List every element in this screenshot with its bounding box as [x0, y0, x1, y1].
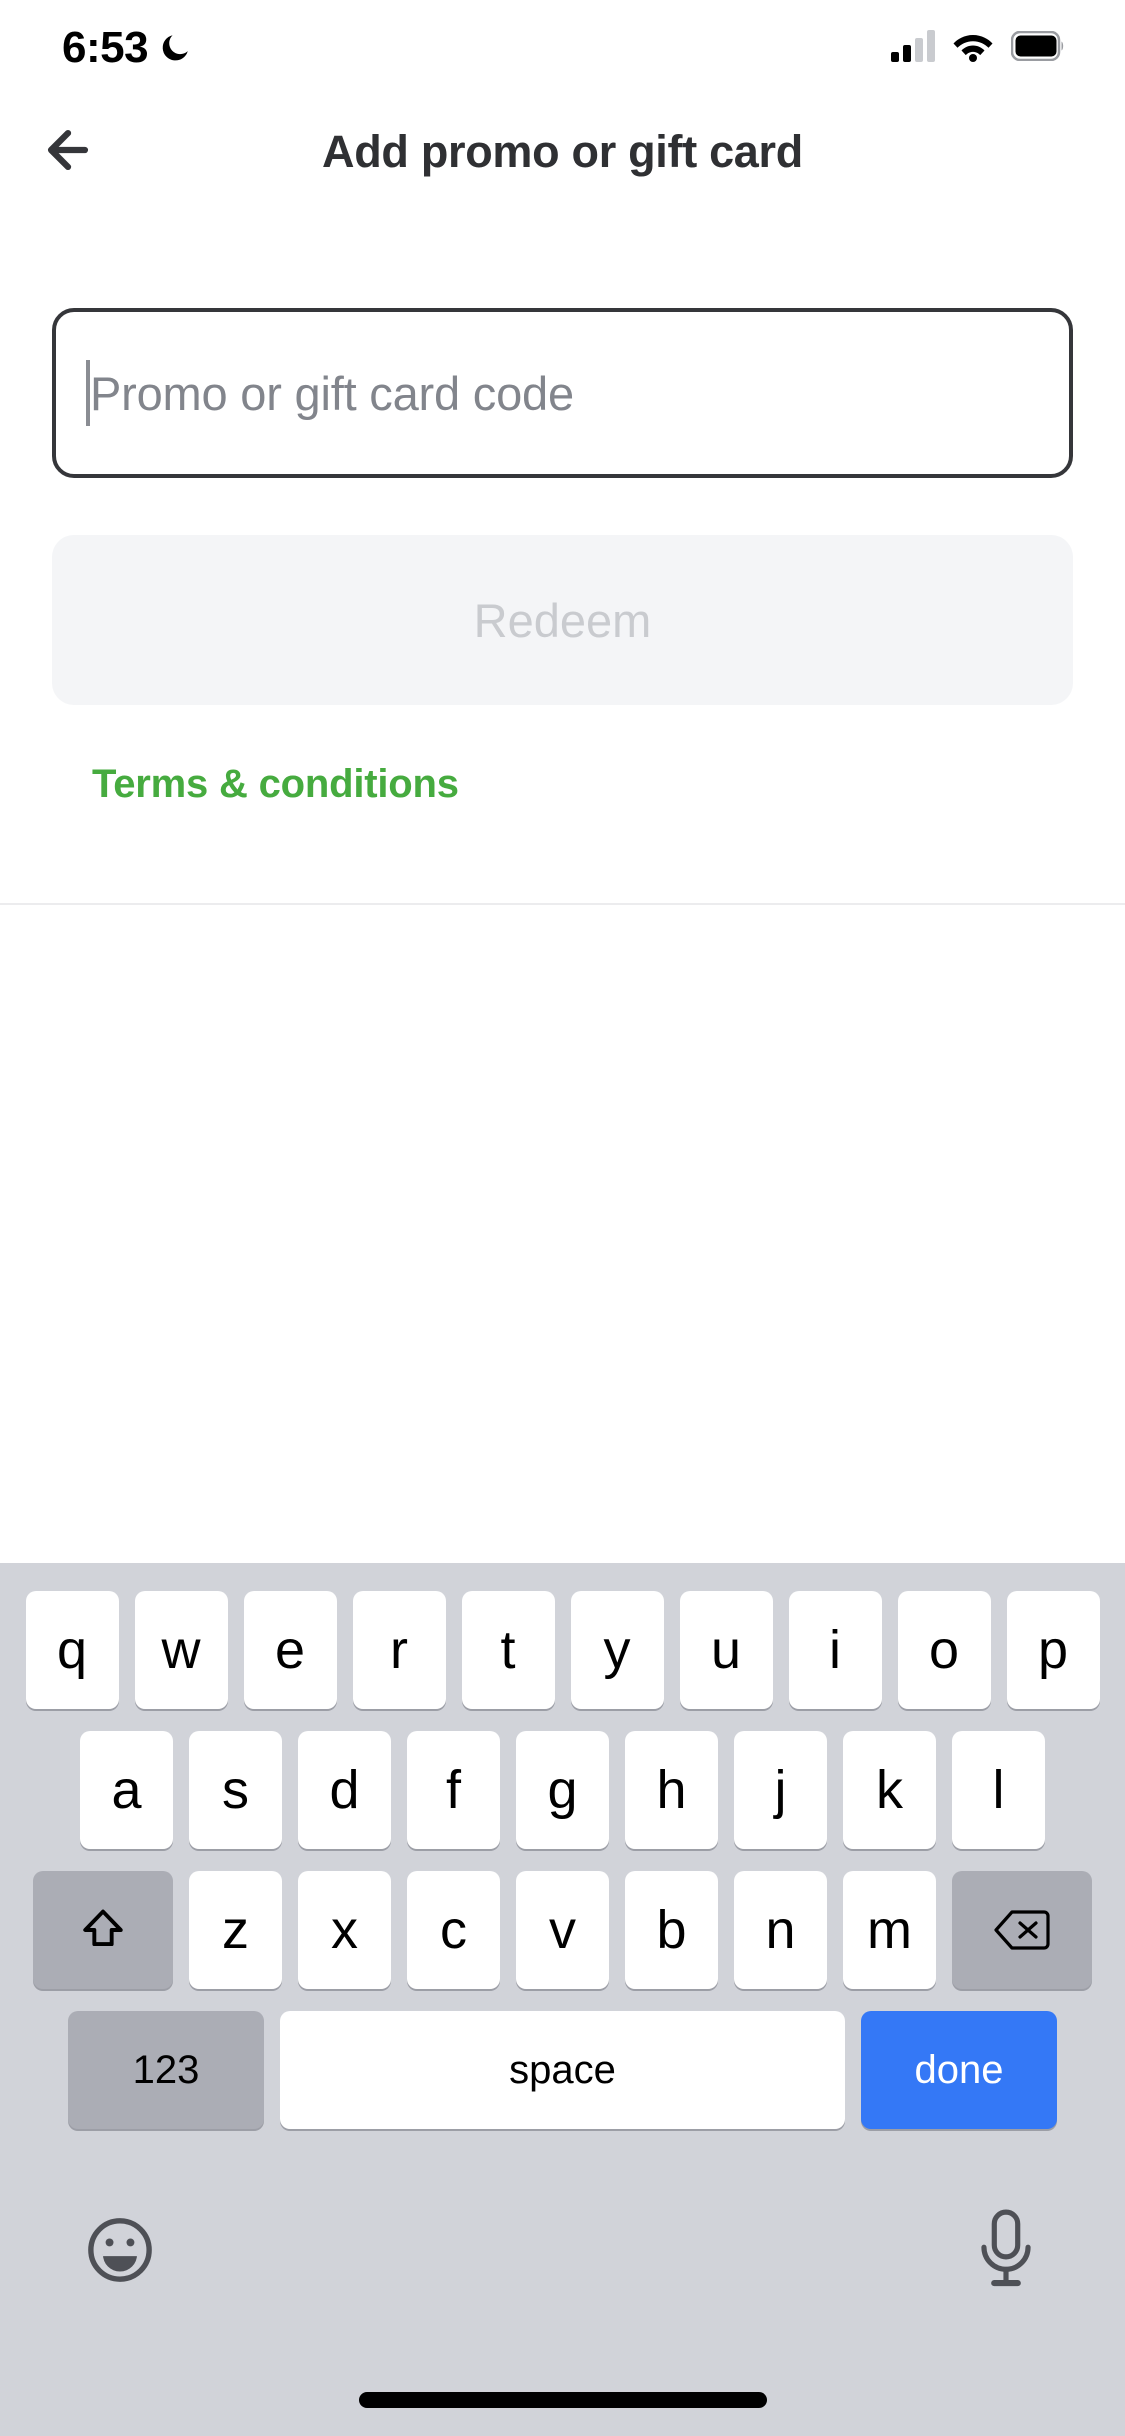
back-button[interactable] — [30, 114, 106, 190]
status-bar-left: 6:53 — [62, 23, 192, 73]
key-z[interactable]: z — [189, 1871, 282, 1989]
app-screen: 6:53 Add promo or gift card Promo or gif… — [0, 0, 1125, 2436]
status-time: 6:53 — [62, 23, 149, 72]
dictation-button[interactable] — [975, 2208, 1037, 2292]
promo-code-placeholder: Promo or gift card code — [90, 366, 574, 420]
section-divider — [0, 903, 1125, 905]
key-t[interactable]: t — [461, 1591, 555, 1709]
space-key[interactable]: space — [280, 2011, 845, 2129]
keyboard-row-4: 123 space done — [0, 1989, 1125, 2129]
page-header: Add promo or gift card — [0, 96, 1125, 208]
keyboard-row-1: q w e r t y u i o p — [0, 1563, 1125, 1709]
key-x[interactable]: x — [298, 1871, 391, 1989]
status-bar: 6:53 — [0, 0, 1125, 96]
terms-and-conditions-link[interactable]: Terms & conditions — [92, 762, 459, 807]
key-b[interactable]: b — [625, 1871, 718, 1989]
key-k[interactable]: k — [843, 1731, 936, 1849]
key-v[interactable]: v — [516, 1871, 609, 1989]
key-h[interactable]: h — [625, 1731, 718, 1849]
key-u[interactable]: u — [679, 1591, 773, 1709]
keyboard-bottom-bar — [0, 2176, 1125, 2436]
keyboard-row-2: a s d f g h j k l — [0, 1709, 1125, 1849]
arrow-left-icon — [39, 121, 97, 184]
backspace-delete-icon — [994, 1908, 1050, 1952]
shift-arrow-up-icon — [77, 1904, 129, 1956]
emoji-smiley-icon — [82, 2218, 158, 2292]
key-a[interactable]: a — [80, 1731, 173, 1849]
key-y[interactable]: y — [570, 1591, 664, 1709]
cellular-signal-icon — [891, 29, 935, 67]
key-r[interactable]: r — [352, 1591, 446, 1709]
key-f[interactable]: f — [407, 1731, 500, 1849]
key-w[interactable]: w — [134, 1591, 228, 1709]
promo-code-input[interactable]: Promo or gift card code — [52, 308, 1073, 478]
page-title: Add promo or gift card — [322, 126, 803, 177]
status-bar-right — [891, 29, 1065, 67]
key-s[interactable]: s — [189, 1731, 282, 1849]
key-n[interactable]: n — [734, 1871, 827, 1989]
battery-icon — [1010, 30, 1065, 66]
key-m[interactable]: m — [843, 1871, 936, 1989]
key-i[interactable]: i — [788, 1591, 882, 1709]
wifi-icon — [951, 30, 995, 67]
key-d[interactable]: d — [298, 1731, 391, 1849]
home-indicator-bar[interactable] — [358, 2392, 767, 2408]
keyboard-row-3: z x c v b n m — [0, 1849, 1125, 1989]
main-content: Promo or gift card code Redeem Terms & c… — [0, 208, 1125, 807]
key-g[interactable]: g — [516, 1731, 609, 1849]
key-e[interactable]: e — [243, 1591, 337, 1709]
key-c[interactable]: c — [407, 1871, 500, 1989]
key-l[interactable]: l — [952, 1731, 1045, 1849]
key-o[interactable]: o — [897, 1591, 991, 1709]
backspace-key[interactable] — [952, 1871, 1092, 1989]
done-key[interactable]: done — [861, 2011, 1057, 2129]
key-j[interactable]: j — [734, 1731, 827, 1849]
key-q[interactable]: q — [25, 1591, 119, 1709]
shift-key[interactable] — [33, 1871, 173, 1989]
redeem-button[interactable]: Redeem — [52, 535, 1073, 705]
numbers-key[interactable]: 123 — [68, 2011, 264, 2129]
key-p[interactable]: p — [1006, 1591, 1100, 1709]
microphone-icon — [975, 2209, 1037, 2296]
emoji-button[interactable] — [82, 2212, 158, 2288]
moon-icon — [158, 31, 192, 65]
